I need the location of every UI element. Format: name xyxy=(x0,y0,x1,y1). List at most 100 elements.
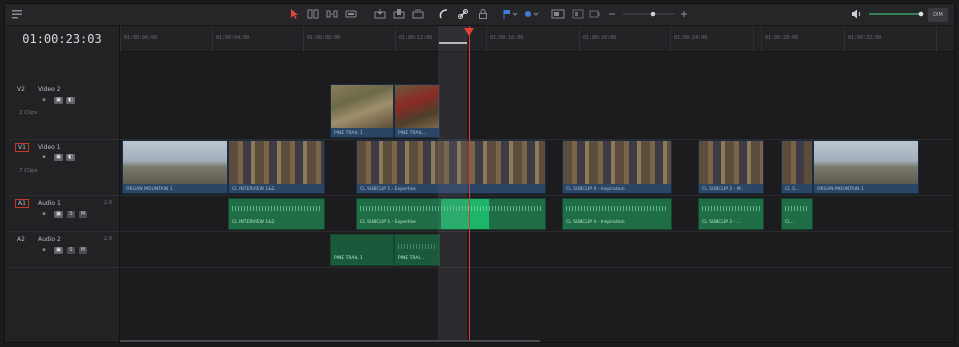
video-clip[interactable]: CL SUBCLIP 4 - Inspiration xyxy=(562,140,672,194)
flag-icon[interactable] xyxy=(502,8,520,22)
lock-icon[interactable] xyxy=(477,8,489,22)
overwrite-icon[interactable] xyxy=(393,8,405,22)
track-id: A1 xyxy=(15,199,29,208)
zoom-fit-icon[interactable] xyxy=(551,8,565,22)
lock-icon[interactable]: ▪ xyxy=(41,211,47,218)
solo-button[interactable]: S xyxy=(67,247,75,254)
track-header-v2[interactable]: V2 Video 2 ▪ ▣ ◧ 2 Clips xyxy=(5,52,120,140)
video-clip[interactable]: CL SUBCLIP 2 - M... xyxy=(698,140,764,194)
clip-label: CL INTERVIEW 1&2 xyxy=(232,220,275,225)
clip-label: ORGAN MOUNTAIN 1 xyxy=(817,187,864,192)
video-clip[interactable]: ORGAN MOUNTAIN 1 xyxy=(122,140,228,194)
track-name[interactable]: Audio 1 xyxy=(38,200,61,207)
track-id: V1 xyxy=(15,143,29,152)
track-header-v1[interactable]: V1 Video 1 ▪ ▣ ◧ 7 Clips xyxy=(5,140,120,196)
volume-slider[interactable] xyxy=(867,8,925,22)
timecode-display[interactable]: 01:00:23:03 xyxy=(5,26,120,52)
disable-video-icon[interactable]: ◧ xyxy=(66,154,75,161)
track-level: 2.0 xyxy=(104,236,112,242)
clip-thumbnail xyxy=(782,141,812,184)
audio-clip[interactable]: CL INTERVIEW 1&2 xyxy=(228,198,325,230)
track-name[interactable]: Audio 2 xyxy=(38,236,61,243)
layout-icon[interactable] xyxy=(11,8,23,22)
audio-clip[interactable]: PINE TRAI... xyxy=(394,234,440,266)
track-header-a2[interactable]: A2 Audio 2 2.0 ▪ ▣ S M xyxy=(5,232,120,268)
solo-button[interactable]: S xyxy=(67,211,75,218)
lock-icon[interactable]: ▪ xyxy=(41,247,47,254)
range-marker xyxy=(439,42,467,44)
lane-a2 xyxy=(120,232,954,268)
audio-clip[interactable]: CL... xyxy=(781,198,813,230)
clip-thumbnail xyxy=(331,85,393,128)
zoom-out-icon[interactable] xyxy=(607,8,617,22)
clip-label: CL SUBCLIP 4 - Inspiration xyxy=(566,187,625,192)
horizontal-scrollbar[interactable] xyxy=(120,340,540,342)
audio-clip[interactable]: CL SUBCLIP 4 - Inspiration xyxy=(562,198,672,230)
timeline-tracks[interactable]: PINE TRAIL 1 PINE TRAIL... ORGAN MOUNTAI… xyxy=(120,52,954,342)
video-clip[interactable]: CL S... xyxy=(781,140,813,194)
video-clip[interactable]: CL INTERVIEW 1&2 xyxy=(228,140,325,194)
clip-thumbnail xyxy=(123,141,227,184)
ruler-label: 01:00:04:00 xyxy=(216,35,250,41)
clip-label: CL S... xyxy=(785,187,800,192)
ruler-label: 01:00:32:00 xyxy=(848,35,882,41)
replace-icon[interactable] xyxy=(412,8,424,22)
auto-track-icon[interactable]: ▣ xyxy=(54,154,63,161)
link-icon[interactable] xyxy=(457,8,469,22)
auto-track-icon[interactable]: ▣ xyxy=(54,97,63,104)
clip-label: CL SUBCLIP 1 - Expertise xyxy=(360,187,416,192)
zoom-slider[interactable] xyxy=(621,8,677,22)
disable-video-icon[interactable]: ◧ xyxy=(66,97,75,104)
timeline-window: DIM 01:00:23:03 01:00:00:00 01:00:04:00 … xyxy=(4,3,955,343)
video-clip[interactable]: PINE TRAIL 1 xyxy=(330,84,394,138)
ruler-label: 01:00:12:00 xyxy=(399,35,433,41)
waveform xyxy=(398,244,436,249)
zoom-detail-icon[interactable] xyxy=(572,8,584,22)
lock-icon[interactable]: ▪ xyxy=(41,97,47,104)
blade-icon[interactable] xyxy=(345,8,357,22)
track-header-a1[interactable]: A1 Audio 1 2.0 ▪ ▣ S M xyxy=(5,196,120,232)
auto-track-icon[interactable]: ▣ xyxy=(54,211,63,218)
track-name[interactable]: Video 2 xyxy=(38,86,61,93)
zoom-custom-icon[interactable] xyxy=(589,8,601,22)
track-id: V2 xyxy=(17,86,25,93)
video-clip[interactable]: ORGAN MOUNTAIN 1 xyxy=(813,140,919,194)
ruler-label: 01:00:16:00 xyxy=(490,35,524,41)
clip-thumbnail xyxy=(395,85,439,128)
clip-label: CL SUBCLIP 2 - M... xyxy=(702,187,745,192)
ruler-label: 01:00:00:00 xyxy=(124,35,158,41)
mute-button[interactable]: M xyxy=(79,247,87,254)
ruler-label: 01:00:28:00 xyxy=(765,35,799,41)
trim-icon[interactable] xyxy=(307,8,319,22)
playhead-handle[interactable] xyxy=(464,28,474,36)
insert-icon[interactable] xyxy=(374,8,386,22)
clip-thumbnail xyxy=(563,141,671,184)
audio-clip[interactable]: CL SUBCLIP 2 - ... xyxy=(698,198,764,230)
ruler-label: 01:00:08:00 xyxy=(307,35,341,41)
lock-icon[interactable]: ▪ xyxy=(41,154,47,161)
zoom-in-icon[interactable] xyxy=(679,8,689,22)
volume-icon[interactable] xyxy=(851,8,863,22)
playhead-line[interactable] xyxy=(469,26,470,342)
audio-clip[interactable]: PINE TRAIL 1 xyxy=(330,234,394,266)
dim-button[interactable]: DIM xyxy=(928,8,948,22)
snap-icon[interactable] xyxy=(438,8,450,22)
clip-label: PINE TRAIL 1 xyxy=(334,256,363,261)
ruler-label: 01:00:24:00 xyxy=(674,35,708,41)
video-clip[interactable]: PINE TRAIL... xyxy=(394,84,440,138)
track-name[interactable]: Video 1 xyxy=(38,144,61,151)
clip-label: PINE TRAI... xyxy=(398,256,425,261)
track-headers: V2 Video 2 ▪ ▣ ◧ 2 Clips V1 Video 1 ▪ ▣ … xyxy=(5,52,120,342)
track-level: 2.0 xyxy=(104,200,112,206)
dynamic-trim-icon[interactable] xyxy=(326,8,338,22)
marker-icon[interactable] xyxy=(523,8,541,22)
clip-label: PINE TRAIL 1 xyxy=(334,131,363,136)
timeline-ruler[interactable]: 01:00:00:00 01:00:04:00 01:00:08:00 01:0… xyxy=(120,26,954,52)
select-arrow-icon[interactable] xyxy=(289,8,299,22)
clip-label: CL SUBCLIP 4 - Inspiration xyxy=(566,220,625,225)
auto-track-icon[interactable]: ▣ xyxy=(54,247,63,254)
mute-button[interactable]: M xyxy=(79,211,87,218)
clip-label: CL SUBCLIP 1 - Expertise xyxy=(360,220,416,225)
clip-label: CL SUBCLIP 2 - ... xyxy=(702,220,741,225)
clip-label: PINE TRAIL... xyxy=(398,131,427,136)
